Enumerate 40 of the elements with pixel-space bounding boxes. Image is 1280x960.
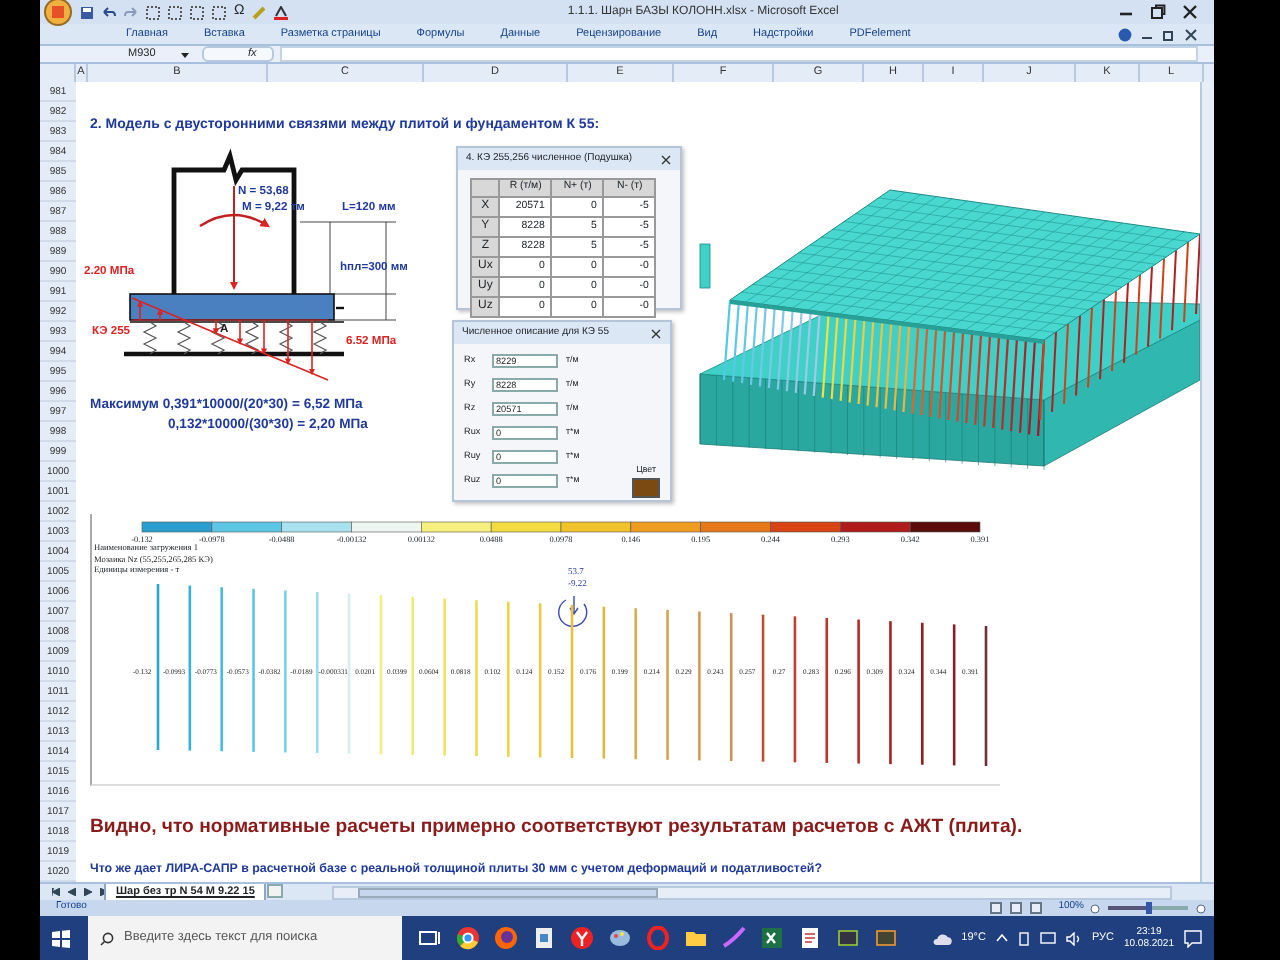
vertical-scrollbar[interactable] (1200, 82, 1214, 882)
browser-icon[interactable] (570, 926, 594, 950)
formula-input[interactable] (280, 46, 1198, 62)
restore-icon[interactable] (1162, 27, 1176, 41)
close-icon[interactable] (660, 153, 672, 165)
moment-arrow-icon (558, 595, 588, 627)
document-icon[interactable] (532, 926, 556, 950)
restore-icon[interactable] (1150, 4, 1166, 20)
zoom-slider-thumb[interactable] (1145, 902, 1151, 914)
monitor-icon[interactable] (1039, 931, 1056, 945)
color-swatch[interactable] (632, 478, 660, 498)
sheet-nav-arrow-icon[interactable] (52, 888, 60, 896)
horizontal-scrollbar[interactable] (332, 886, 1173, 900)
cloud-icon[interactable] (931, 931, 952, 945)
zoom-in-icon[interactable] (1196, 903, 1206, 913)
chip-icon[interactable] (874, 926, 898, 950)
help-icon[interactable] (1118, 27, 1132, 41)
scrollbar-thumb[interactable] (358, 888, 659, 898)
dropdown-arrow-icon[interactable] (180, 49, 190, 59)
pen-icon[interactable] (722, 926, 746, 950)
notification-icon[interactable] (1184, 929, 1202, 947)
close-icon[interactable] (1182, 4, 1198, 20)
search-icon (100, 931, 114, 945)
browser-icon[interactable] (456, 926, 480, 950)
paint-icon[interactable] (608, 926, 632, 950)
close-icon[interactable] (1184, 27, 1198, 41)
chip-icon[interactable] (836, 926, 860, 950)
close-icon[interactable] (650, 327, 662, 339)
task-view-icon[interactable] (418, 926, 442, 950)
zoom-out-icon[interactable] (1090, 903, 1100, 913)
document-icon[interactable] (798, 926, 822, 950)
chevron-up-icon[interactable] (995, 932, 1008, 944)
speaker-icon[interactable] (1065, 931, 1082, 945)
conclusion-text: Видно, что нормативные расчеты примерно соответствуют результатам расчетов с АЖТ (плита). (90, 818, 1023, 838)
device-icon[interactable] (1017, 931, 1030, 945)
undo-icon[interactable] (102, 5, 116, 19)
font-color-icon[interactable] (274, 5, 289, 19)
folder-icon[interactable] (684, 926, 708, 950)
windows-logo-icon[interactable] (52, 929, 70, 947)
spreadsheet-icon[interactable] (760, 926, 784, 950)
